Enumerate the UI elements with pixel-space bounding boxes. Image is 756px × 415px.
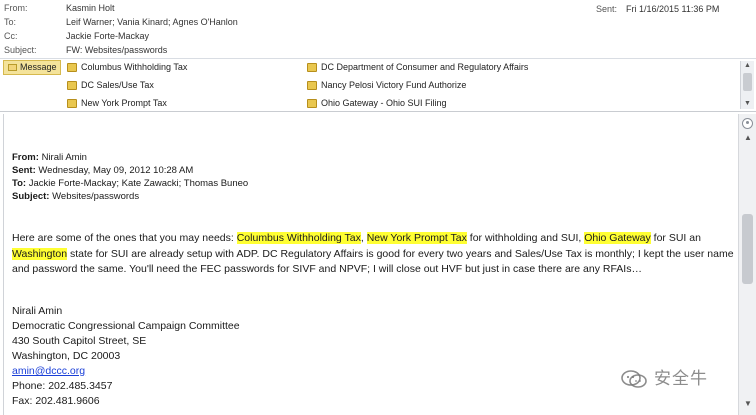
attachment-bar: Message Columbus Withholding Tax DC Sale… bbox=[0, 58, 756, 112]
attachment-scroll-thumb[interactable] bbox=[743, 73, 752, 91]
subject-value: FW: Websites/passwords bbox=[66, 45, 168, 55]
attachment-file-icon bbox=[307, 81, 317, 90]
attachment-name: DC Sales/Use Tax bbox=[81, 80, 154, 90]
fwd-to-label: To: bbox=[12, 178, 27, 189]
cc-row: Cc: Jackie Forte-Mackay bbox=[4, 29, 149, 43]
message-tab[interactable]: Message bbox=[3, 60, 61, 75]
attachment-file-icon bbox=[307, 63, 317, 72]
attachment-item[interactable]: New York Prompt Tax bbox=[67, 96, 167, 110]
signature-email-row: amin@dccc.org bbox=[12, 364, 85, 379]
fwd-subject: Subject: Websites/passwords bbox=[12, 190, 139, 203]
attachment-name: Nancy Pelosi Victory Fund Authorize bbox=[321, 80, 467, 90]
body-scroll-thumb[interactable] bbox=[742, 214, 753, 284]
attachment-file-icon bbox=[67, 63, 77, 72]
message-tab-label: Message bbox=[20, 62, 57, 72]
body-text: state for SUI are already setup with ADP… bbox=[12, 247, 734, 276]
from-row: From: Kasmin Holt bbox=[4, 1, 115, 15]
highlighted-text: Columbus Withholding Tax bbox=[236, 232, 361, 244]
to-label: To: bbox=[4, 17, 17, 27]
attachment-name: Columbus Withholding Tax bbox=[81, 62, 188, 72]
body-scrollbar[interactable]: ▲ ▼ bbox=[738, 114, 756, 415]
attachment-item[interactable]: Columbus Withholding Tax bbox=[67, 60, 187, 74]
fwd-subject-label: Subject: bbox=[12, 191, 50, 202]
attachment-item[interactable]: DC Department of Consumer and Regulatory… bbox=[307, 60, 528, 74]
signature-address1: 430 South Capitol Street, SE bbox=[12, 335, 147, 347]
fwd-to: To: Jackie Forte-Mackay; Kate Zawacki; T… bbox=[12, 177, 248, 190]
fwd-sent: Sent: Wednesday, May 09, 2012 10:28 AM bbox=[12, 164, 193, 177]
attachment-item[interactable]: DC Sales/Use Tax bbox=[67, 78, 154, 92]
highlighted-text: Washington bbox=[12, 247, 68, 260]
body-text: for SUI an bbox=[650, 232, 701, 244]
scroll-up-icon[interactable]: ▲ bbox=[742, 132, 754, 144]
signature-email-link[interactable]: amin@dccc.org bbox=[12, 365, 85, 377]
scroll-down-icon[interactable]: ▼ bbox=[741, 99, 754, 109]
to-value[interactable]: Leif Warner; Vania Kinard; Agnes O'Hanlo… bbox=[66, 17, 238, 27]
watermark-text: 安全牛 bbox=[654, 369, 708, 389]
subject-row: Subject: FW: Websites/passwords bbox=[4, 43, 167, 57]
wechat-logo-icon bbox=[621, 370, 647, 388]
attachment-name: DC Department of Consumer and Regulatory… bbox=[321, 62, 529, 72]
cc-value[interactable]: Jackie Forte-Mackay bbox=[66, 31, 149, 41]
highlighted-text: New York Prompt Tax bbox=[366, 232, 467, 244]
fwd-from-value: Nirali Amin bbox=[41, 152, 87, 163]
scroll-up-icon[interactable]: ▲ bbox=[741, 61, 754, 71]
signature-org: Democratic Congressional Campaign Commit… bbox=[12, 320, 240, 332]
fwd-subject-value: Websites/passwords bbox=[52, 191, 140, 202]
sent-label: Sent: bbox=[596, 4, 618, 14]
from-value[interactable]: Kasmin Holt bbox=[66, 3, 115, 13]
fwd-sent-value: Wednesday, May 09, 2012 10:28 AM bbox=[38, 165, 194, 176]
attachment-scrollbar[interactable]: ▲ ▼ bbox=[740, 61, 754, 109]
attachment-file-icon bbox=[307, 99, 317, 108]
from-label: From: bbox=[4, 3, 28, 13]
signature-name: Nirali Amin bbox=[12, 305, 63, 317]
body-text: for withholding and SUI, bbox=[466, 232, 585, 244]
sent-value: Fri 1/16/2015 11:36 PM bbox=[626, 4, 720, 14]
attachment-item[interactable]: Ohio Gateway - Ohio SUI Filing bbox=[307, 96, 447, 110]
attachment-file-icon bbox=[67, 81, 77, 90]
body-text: , bbox=[360, 232, 367, 244]
signature-phone: Phone: 202.485.3457 bbox=[12, 380, 113, 392]
attachment-name: New York Prompt Tax bbox=[81, 98, 167, 108]
attachment-name: Ohio Gateway - Ohio SUI Filing bbox=[321, 98, 447, 108]
body-text: Here are some of the ones that you may n… bbox=[12, 232, 237, 244]
sent-row: Sent: Fri 1/16/2015 11:36 PM bbox=[596, 2, 756, 16]
cc-label: Cc: bbox=[4, 31, 18, 41]
watermark: 安全牛 bbox=[620, 366, 736, 392]
envelope-icon bbox=[8, 64, 17, 71]
message-header: From: Kasmin Holt To: Leif Warner; Vania K… bbox=[0, 0, 756, 58]
fwd-sent-label: Sent: bbox=[12, 165, 36, 176]
to-row: To: Leif Warner; Vania Kinard; Agnes O'Ha… bbox=[4, 15, 238, 29]
fwd-from-label: From: bbox=[12, 152, 39, 163]
body-paragraph: Here are some of the ones that you may n… bbox=[12, 231, 737, 278]
scroll-down-icon[interactable]: ▼ bbox=[742, 398, 754, 410]
attachment-item[interactable]: Nancy Pelosi Victory Fund Authorize bbox=[307, 78, 466, 92]
highlighted-text: Ohio Gateway bbox=[584, 232, 651, 244]
signature-address2: Washington, DC 20003 bbox=[12, 350, 121, 362]
signature-fax: Fax: 202.481.9606 bbox=[12, 395, 100, 407]
attachment-file-icon bbox=[67, 99, 77, 108]
subject-label: Subject: bbox=[4, 45, 37, 55]
fwd-from: From: Nirali Amin bbox=[12, 151, 87, 164]
people-pane-icon[interactable] bbox=[742, 118, 753, 129]
fwd-to-value: Jackie Forte-Mackay; Kate Zawacki; Thoma… bbox=[28, 178, 249, 189]
